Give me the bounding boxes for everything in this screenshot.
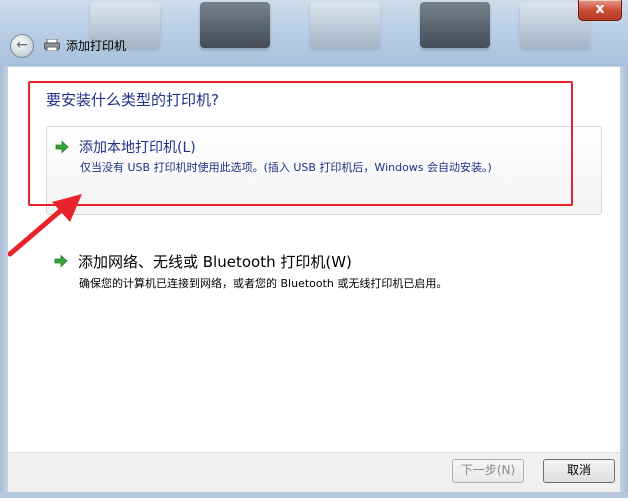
decorative-printer-icon: [310, 2, 380, 48]
window-title-bar: x ← 添加打印机: [0, 0, 628, 66]
back-button[interactable]: ←: [10, 34, 34, 58]
cancel-button[interactable]: 取消: [543, 459, 615, 483]
page-title: 要安装什么类型的打印机?: [46, 91, 219, 109]
next-button[interactable]: 下一步(N): [452, 459, 524, 483]
wizard-footer: 下一步(N) 取消: [8, 452, 620, 493]
printer-icon: [44, 39, 60, 51]
option-title: 添加网络、无线或 Bluetooth 打印机(W): [78, 253, 352, 271]
close-button[interactable]: x: [578, 0, 622, 21]
green-arrow-icon: [55, 140, 69, 154]
window-frame: [0, 492, 628, 498]
decorative-printer-icon: [200, 2, 270, 48]
option-description: 确保您的计算机已连接到网络，或者您的 Bluetooth 或无线打印机已启用。: [79, 277, 448, 290]
decorative-printer-icon: [420, 2, 490, 48]
window-title: 添加打印机: [66, 39, 127, 53]
option-add-network-printer[interactable]: 添加网络、无线或 Bluetooth 打印机(W) 确保您的计算机已连接到网络，…: [46, 245, 600, 297]
back-arrow-icon: ←: [16, 37, 28, 53]
option-add-local-printer[interactable]: 添加本地打印机(L) 仅当没有 USB 打印机时使用此选项。(插入 USB 打印…: [46, 126, 602, 215]
option-title: 添加本地打印机(L): [79, 140, 196, 156]
annotation-arrow-icon: [8, 194, 82, 257]
wizard-content: 要安装什么类型的打印机? 添加本地打印机(L) 仅当没有 USB 打印机时使用此…: [8, 66, 620, 453]
window-frame: [0, 66, 8, 498]
close-icon: x: [595, 1, 605, 17]
option-description: 仅当没有 USB 打印机时使用此选项。(插入 USB 打印机后，Windows …: [80, 161, 492, 174]
window-frame: [620, 66, 628, 498]
